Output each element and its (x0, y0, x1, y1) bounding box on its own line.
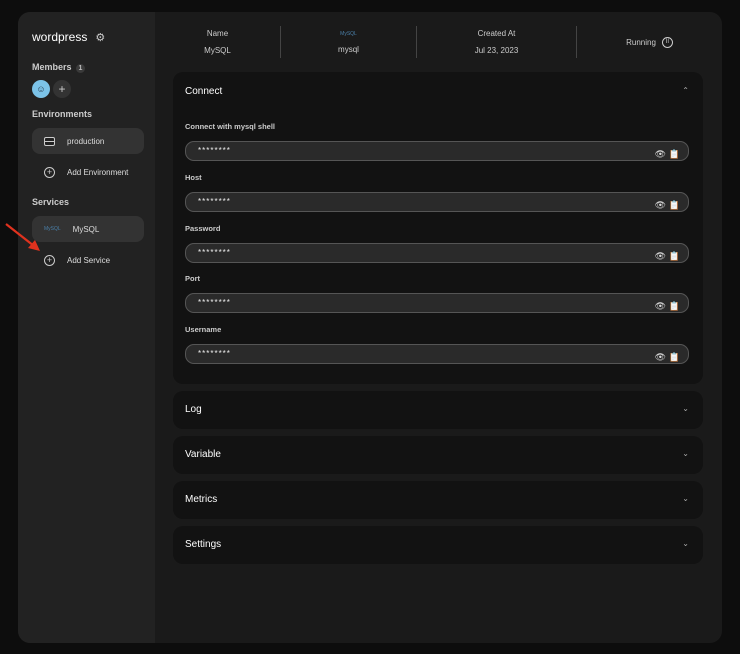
app-window: wordpress ⚙ Members 1 ☺ + Environments pro… (18, 12, 722, 643)
connect-title[interactable]: Connect (185, 86, 222, 97)
shell-command-field[interactable]: ******** 👁 📋 (185, 141, 689, 161)
field-value: ******** (198, 197, 231, 206)
image-column: MySQL mysql (281, 26, 417, 58)
pause-icon[interactable]: II (661, 36, 673, 48)
add-member-button[interactable]: + (53, 80, 71, 98)
plus-circle-icon: + (44, 254, 55, 266)
password-field[interactable]: ******** 👁 📋 (185, 243, 689, 263)
created-value: Jul 23, 2023 (474, 46, 519, 55)
avatar[interactable]: ☺ (32, 80, 50, 98)
eye-icon[interactable]: 👁 (655, 247, 666, 265)
field-value: ******** (198, 349, 231, 358)
sidebar-item-mysql[interactable]: MySQL MySQL (32, 216, 144, 242)
clipboard-icon[interactable]: 📋 (669, 247, 680, 265)
members-count-badge: 1 (75, 64, 86, 73)
status-column: Running II (577, 26, 722, 58)
host-field[interactable]: ******** 👁 📋 (185, 192, 689, 212)
chevron-up-icon[interactable]: ⌃ (682, 86, 689, 95)
status-text: Running (626, 37, 656, 47)
port-field[interactable]: ******** 👁 📋 (185, 293, 689, 313)
gear-icon[interactable]: ⚙ (95, 31, 105, 44)
add-environment-label: Add Environment (67, 167, 129, 177)
clipboard-icon[interactable]: 📋 (669, 297, 680, 315)
environment-label: production (67, 136, 105, 146)
section-title: Log (185, 404, 202, 415)
main-panel: Name MySQL MySQL mysql Created At Jul 23, 2… (155, 12, 722, 643)
name-value: MySQL (204, 46, 231, 55)
settings-section[interactable]: Settings ⌄ (173, 526, 703, 564)
created-label: Created At (477, 29, 516, 38)
section-title: Metrics (185, 494, 218, 505)
clipboard-icon[interactable]: 📋 (669, 348, 680, 366)
add-environment-button[interactable]: + Add Environment (32, 159, 144, 185)
environments-heading: Environments (32, 109, 93, 119)
chevron-down-icon[interactable]: ⌄ (682, 494, 689, 503)
username-field[interactable]: ******** 👁 📋 (185, 344, 689, 364)
name-label: Name (206, 29, 229, 38)
field-label: Host (185, 173, 202, 182)
created-column: Created At Jul 23, 2023 (417, 26, 577, 58)
field-label: Password (185, 224, 221, 233)
log-section[interactable]: Log ⌄ (173, 391, 703, 429)
add-service-label: Add Service (67, 255, 111, 265)
project-title: wordpress ⚙ (32, 30, 105, 44)
section-title: Variable (185, 449, 221, 460)
services-heading: Services (32, 197, 70, 207)
add-service-button[interactable]: + Add Service (32, 247, 144, 273)
eye-icon[interactable]: 👁 (655, 297, 666, 315)
connect-card: Connect ⌃ Connect with mysql shell *****… (173, 72, 703, 384)
metrics-section[interactable]: Metrics ⌄ (173, 481, 703, 519)
chevron-down-icon[interactable]: ⌄ (682, 449, 689, 458)
sidebar: wordpress ⚙ Members 1 ☺ + Environments pro… (18, 12, 155, 643)
mysql-logo-icon: MySQL (44, 226, 61, 232)
section-title: Settings (185, 539, 222, 550)
chevron-down-icon[interactable]: ⌄ (682, 404, 689, 413)
name-column: Name MySQL (155, 26, 281, 58)
mysql-logo-icon: MySQL (340, 30, 357, 37)
field-value: ******** (198, 248, 231, 257)
clipboard-icon[interactable]: 📋 (669, 145, 680, 163)
field-value: ******** (198, 146, 231, 155)
red-arrow-annotation (5, 223, 40, 251)
field-label: Username (185, 325, 222, 334)
variable-section[interactable]: Variable ⌄ (173, 436, 703, 474)
members-heading: Members 1 (32, 62, 86, 73)
plus-circle-icon: + (44, 166, 55, 178)
image-value: mysql (338, 44, 359, 54)
sidebar-item-production[interactable]: production (32, 128, 144, 154)
eye-icon[interactable]: 👁 (655, 145, 666, 163)
service-header: Name MySQL MySQL mysql Created At Jul 23, 2… (155, 26, 722, 58)
field-label: Connect with mysql shell (185, 122, 276, 131)
eye-icon[interactable]: 👁 (655, 196, 666, 214)
eye-icon[interactable]: 👁 (655, 348, 666, 366)
field-label: Port (185, 274, 200, 283)
server-icon (44, 136, 55, 146)
project-name: wordpress (32, 30, 88, 44)
members-label: Members (32, 62, 72, 72)
service-label: MySQL (72, 224, 100, 234)
chevron-down-icon[interactable]: ⌄ (682, 539, 689, 548)
field-value: ******** (198, 298, 231, 307)
clipboard-icon[interactable]: 📋 (669, 196, 680, 214)
